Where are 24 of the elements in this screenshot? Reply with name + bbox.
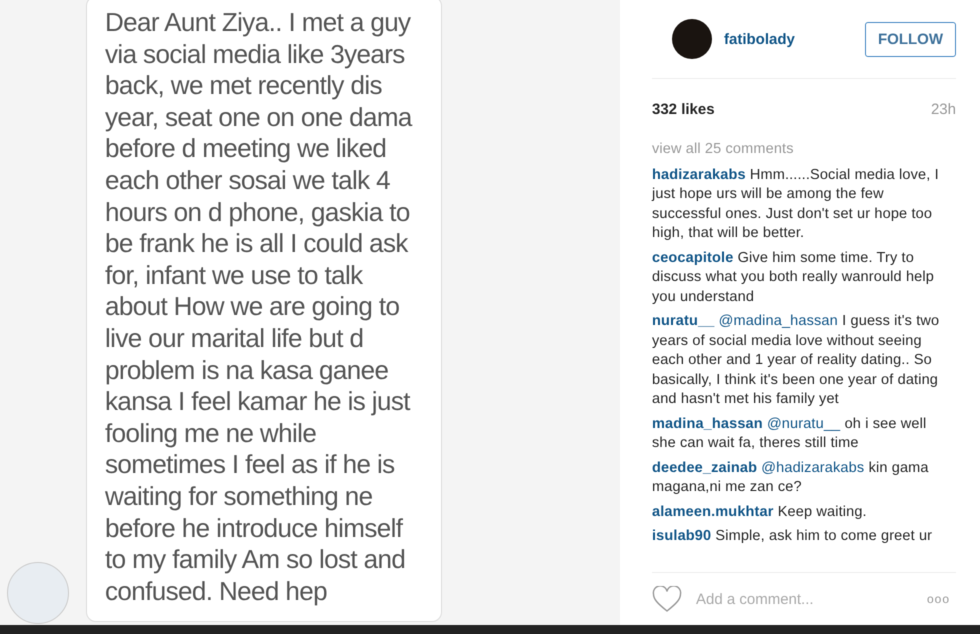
mention-link[interactable]: @hadizarakabs [761,460,864,476]
comment: ceocapitole Give him some time. Try to discuss what you both really wanrould help you understand [652,248,935,306]
comment: deedee_zainab @hadizarakabs kin gama magana,ni me zan ce? [652,458,930,497]
mention-link[interactable]: @madina_hassan [718,313,838,329]
comment-username[interactable]: isulab90 [652,528,712,544]
comment: nuratu__ @madina_hassan I guess it's two years of social media love without seeing each other and 1 year of reality dating.. So basically, I think it's been one year of dating and hasn't met his family yet [652,312,940,409]
comment-username[interactable]: deedee_zainab [652,460,758,476]
comment: isulab90 Simple, ask him to come greet ur [652,527,934,546]
follow-button[interactable]: FOLLOW [865,22,956,56]
mention-link[interactable]: @nuratu__ [766,416,840,432]
avatar[interactable] [672,19,712,59]
comment-username[interactable]: alameen.mukhtar [652,504,774,520]
comment-username[interactable]: nuratu__ [652,313,714,329]
post-time: 23h [930,101,956,118]
comment: alameen.mukhtar Keep waiting. [652,502,868,522]
comment-username[interactable]: madina_hassan [652,416,763,432]
comment: hadizarakabs Hmm......Social media love, I just hope urs will be among the few successful ones. Just don't set ur hope too high, that will be better. [652,166,940,243]
comment-username[interactable]: ceocapitole [652,250,734,266]
username-link[interactable]: fatibolady [724,30,866,48]
comment-username[interactable]: hadizarakabs [652,166,746,182]
likes-count: 332 likes [652,101,715,118]
message-text: Dear Aunt Ziya.. I met a guy via social media like 3years back, we met recently dis year, seat one on one dama before d meeting we liked each other sosai we talk 4 hours on d phone, gaskia to be frank he is all I could ask for, infant we use to talk about How we are going to live our marital life but d problem is na kasa ganee kansa I feel kamar he is just fooling me ne while sometimes I feel as if he is waiting for something ne before he introduce himself to my family Am so lost and confused. Need hep [105,7,414,608]
comment: madina_hassan @nuratu__ oh i see well she can wait fa, theres still time [652,414,928,453]
heart-icon[interactable] [652,586,682,612]
